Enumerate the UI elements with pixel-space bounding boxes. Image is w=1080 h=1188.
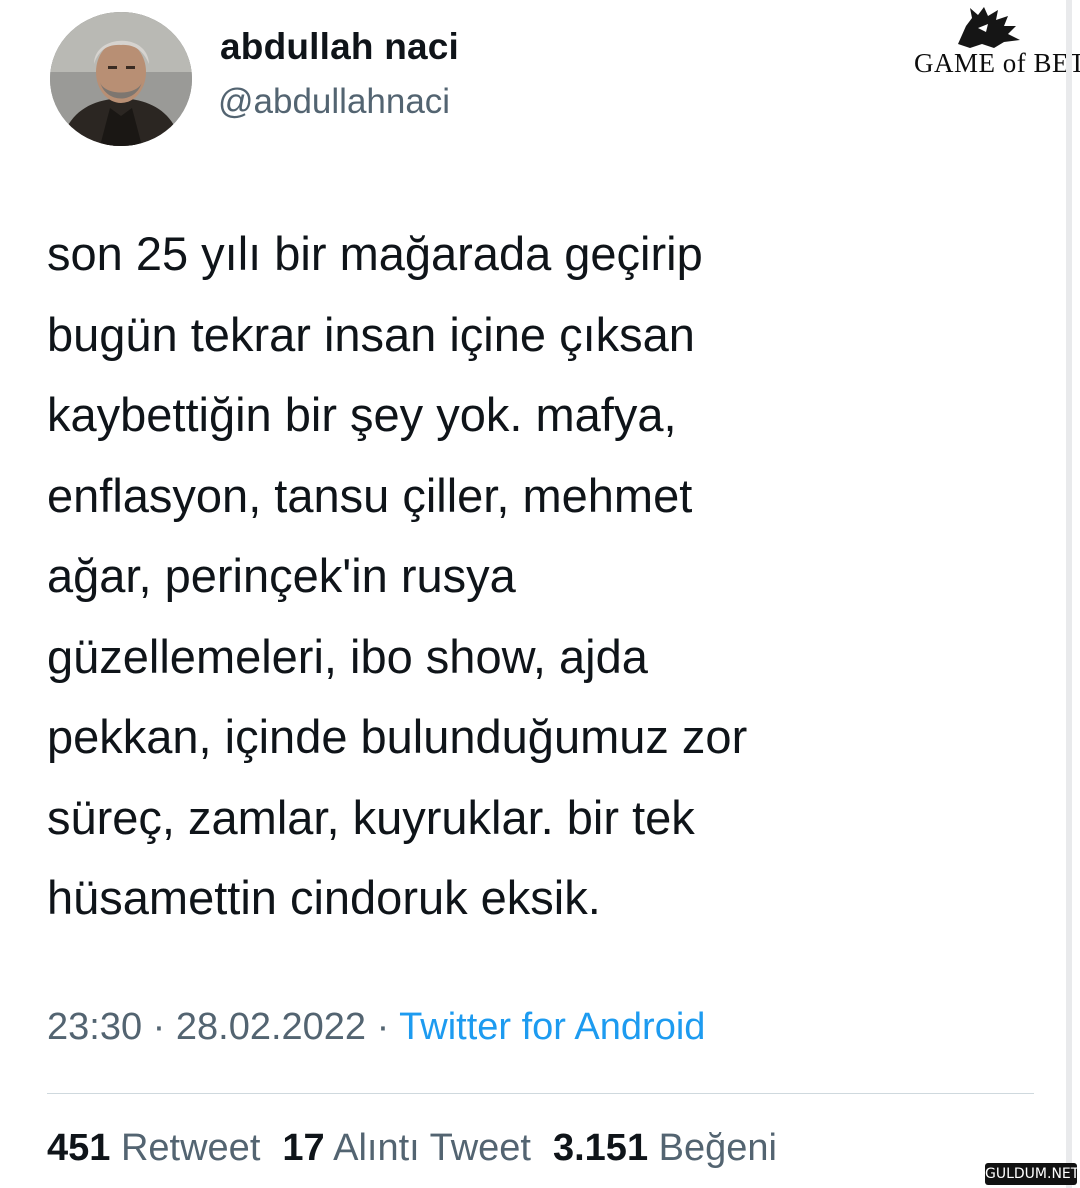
tweet-text: son 25 yılı bir mağarada geçirip bugün t… bbox=[47, 214, 1037, 939]
avatar[interactable] bbox=[50, 12, 192, 146]
meta-separator: · bbox=[376, 1006, 390, 1048]
tweet-line: pekkan, içinde bulunduğumuz zor bbox=[47, 710, 748, 763]
like-count: 3.151 bbox=[552, 1127, 649, 1169]
quote-count: 17 bbox=[282, 1127, 325, 1169]
retweet-label: Retweet bbox=[120, 1127, 261, 1169]
tweet-date[interactable]: 28.02.2022 bbox=[176, 1006, 366, 1048]
tweet-line: bugün tekrar insan içine çıksan bbox=[47, 307, 695, 361]
meta-separator: · bbox=[152, 1006, 166, 1048]
tweet-line: ağar, perinçek'in rusya bbox=[47, 549, 516, 602]
wolf-sigil-icon bbox=[958, 7, 1020, 48]
quote-label: Alıntı Tweet bbox=[333, 1127, 531, 1169]
tweet-line: hüsamettin cindoruk eksik. bbox=[47, 871, 601, 924]
tweet-line: enflasyon, tansu çiller, mehmet bbox=[47, 468, 693, 522]
quotes-stat[interactable]: 17 Alıntı Tweet bbox=[282, 1127, 531, 1169]
brand-logo: GAME of BET bbox=[910, 4, 1080, 84]
tweet-line: güzellemeleri, ibo show, ajda bbox=[47, 629, 648, 683]
avatar-photo bbox=[50, 12, 192, 146]
brand-logo-text: GAME of BET bbox=[914, 48, 1080, 78]
divider bbox=[47, 1093, 1034, 1094]
tweet-line: süreç, zamlar, kuyruklar. bir tek bbox=[47, 790, 695, 844]
tweet-meta: 23:30 · 28.02.2022 · Twitter for Android bbox=[47, 1006, 705, 1049]
scrollbar[interactable] bbox=[1066, 0, 1072, 1188]
engagement-stats: 451 Retweet 17 Alıntı Tweet 3.151 Beğeni bbox=[47, 1127, 777, 1170]
tweet-line: son 25 yılı bir mağarada geçirip bbox=[47, 227, 703, 280]
watermark: GULDUM.NET bbox=[985, 1163, 1079, 1185]
retweet-count: 451 bbox=[47, 1127, 111, 1169]
likes-stat[interactable]: 3.151 Beğeni bbox=[553, 1127, 777, 1169]
like-label: Beğeni bbox=[658, 1127, 777, 1169]
retweets-stat[interactable]: 451 Retweet bbox=[47, 1127, 260, 1169]
user-handle[interactable]: @abdullahnaci bbox=[218, 82, 450, 122]
tweet-source-link[interactable]: Twitter for Android bbox=[399, 1006, 705, 1048]
tweet-time[interactable]: 23:30 bbox=[47, 1006, 142, 1048]
display-name[interactable]: abdullah naci bbox=[220, 26, 459, 68]
tweet-line: kaybettiğin bir şey yok. mafya, bbox=[47, 388, 677, 441]
